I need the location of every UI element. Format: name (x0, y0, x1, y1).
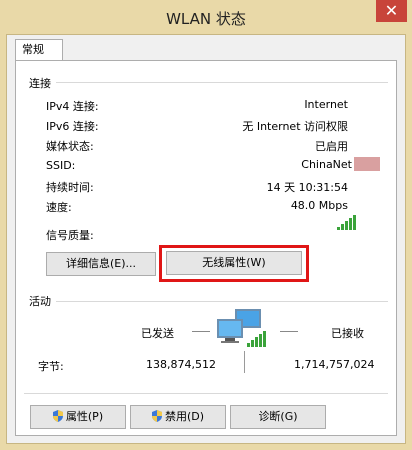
diagnose-button[interactable]: 诊断(G) (230, 405, 326, 429)
received-line (280, 331, 298, 332)
signal-strength-icon (337, 215, 356, 230)
title-bar[interactable]: WLAN 状态 ✕ (0, 0, 412, 34)
ipv4-value: Internet (304, 98, 348, 111)
details-button[interactable]: 详细信息(E)... (46, 252, 156, 276)
general-panel: 连接 IPv4 连接: Internet IPv6 连接: 无 Internet… (15, 60, 397, 436)
ssid-value: ChinaNet (301, 158, 352, 171)
ipv6-value: 无 Internet 访问权限 (242, 120, 348, 133)
properties-button-label: 属性(P) (65, 410, 104, 423)
ssid-value-wrap: ChinaNet (301, 157, 380, 171)
disable-button-label: 禁用(D) (164, 410, 205, 423)
media-state-value: 已启用 (315, 140, 348, 153)
connection-divider (56, 82, 388, 83)
duration-label: 持续时间: (46, 181, 94, 194)
bytes-received-value: 1,714,757,024 (294, 358, 375, 371)
sent-label: 已发送 (141, 327, 174, 340)
activity-section-label: 活动 (29, 295, 51, 308)
bytes-label: 字节: (38, 360, 64, 373)
tab-general[interactable]: 常规 (15, 39, 63, 61)
window-title: WLAN 状态 (166, 10, 246, 28)
network-computers-icon (217, 309, 266, 347)
speed-value: 48.0 Mbps (290, 199, 348, 212)
dialog-body: 常规 连接 IPv4 连接: Internet IPv6 连接: 无 Inter… (6, 34, 406, 444)
bottom-divider (24, 393, 388, 394)
media-state-label: 媒体状态: (46, 140, 94, 153)
signal-quality-label: 信号质量: (46, 229, 94, 242)
ssid-label: SSID: (46, 159, 76, 172)
speed-label: 速度: (46, 201, 72, 214)
bytes-sent-value: 138,874,512 (146, 358, 216, 371)
ipv6-label: IPv6 连接: (46, 120, 99, 133)
redacted-block (354, 157, 380, 171)
connection-section-label: 连接 (29, 77, 51, 90)
sent-line (192, 331, 210, 332)
wlan-status-window: WLAN 状态 ✕ 常规 连接 IPv4 连接: Internet IPv6 连… (0, 0, 412, 450)
uac-shield-icon (52, 410, 63, 422)
duration-value: 14 天 10:31:54 (266, 181, 348, 194)
bytes-divider (244, 351, 245, 373)
disable-button[interactable]: 禁用(D) (130, 405, 226, 429)
received-label: 已接收 (331, 327, 364, 340)
activity-divider (56, 301, 388, 302)
uac-shield-icon (151, 410, 162, 422)
close-button[interactable]: ✕ (376, 0, 407, 22)
wireless-properties-button[interactable]: 无线属性(W) (166, 251, 302, 275)
properties-button[interactable]: 属性(P) (30, 405, 126, 429)
ipv4-label: IPv4 连接: (46, 100, 99, 113)
